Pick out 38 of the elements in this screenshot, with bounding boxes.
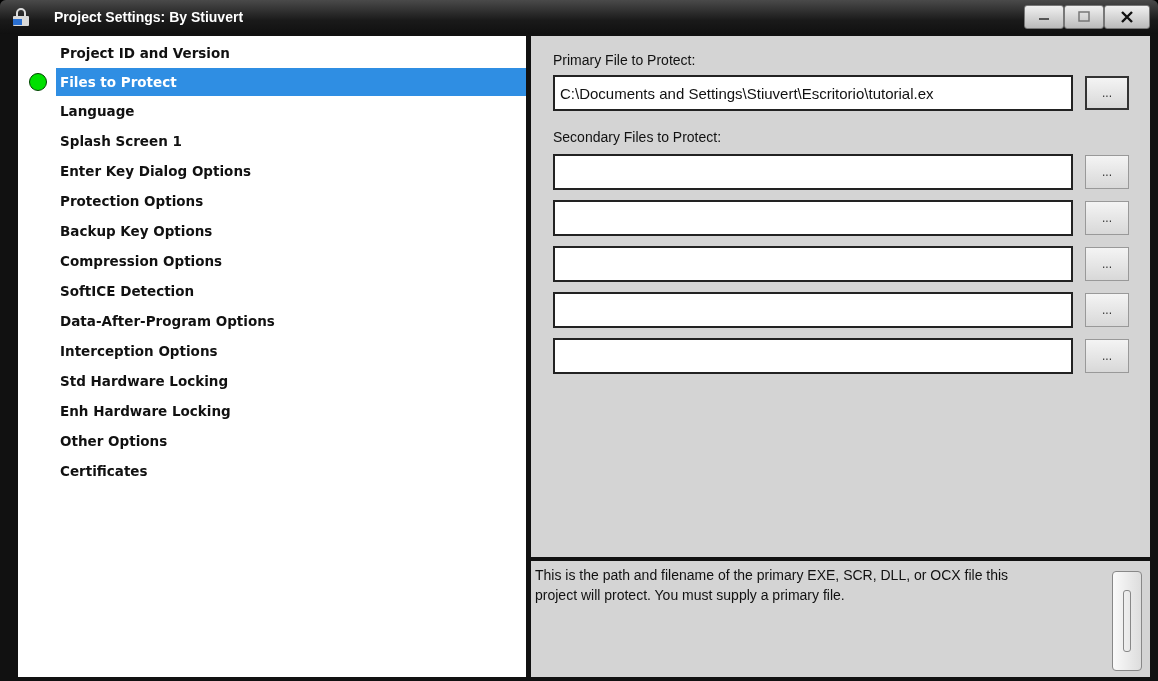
input-field[interactable]: C:\Documents and Settings\Stiuvert\Escritorio\tutorial.ex (553, 75, 1073, 111)
status-dot-icon (29, 73, 47, 91)
browse-button[interactable]: ... (1085, 339, 1129, 373)
field-label: Secondary Files to Protect: (553, 129, 723, 145)
browse-button[interactable]: ... (1085, 247, 1129, 281)
close-button[interactable] (1104, 5, 1150, 29)
description-text: This is the path and filename of the primary EXE, SCR, DLL, or OCX file this project will protect. You must supply a primary file. (535, 566, 1010, 605)
input-field[interactable] (553, 246, 1073, 282)
input-field[interactable] (553, 154, 1073, 190)
settings-list-item[interactable]: Interception Options (20, 336, 526, 366)
settings-list-item[interactable]: SoftICE Detection (20, 276, 526, 306)
settings-list-item[interactable]: Language (20, 96, 526, 126)
maximize-icon (1077, 11, 1091, 23)
browse-button[interactable]: ... (1085, 201, 1129, 235)
window-title: Project Settings: By Stiuvert (54, 9, 244, 25)
field-label: Primary File to Protect: (553, 52, 697, 68)
minimize-button[interactable] (1024, 5, 1064, 29)
input-field[interactable] (553, 338, 1073, 374)
close-icon (1120, 11, 1134, 23)
settings-list-item[interactable]: Std Hardware Locking (20, 366, 526, 396)
settings-list-item[interactable]: Data-After-Program Options (20, 306, 526, 336)
settings-list-item[interactable]: Project ID and Version (20, 38, 526, 68)
browse-button[interactable]: ... (1085, 76, 1129, 110)
settings-list-item[interactable]: Splash Screen 1 (20, 126, 526, 156)
settings-list-item[interactable]: Enh Hardware Locking (20, 396, 526, 426)
browse-button[interactable]: ... (1085, 155, 1129, 189)
settings-list-item[interactable]: Other Options (20, 426, 526, 456)
settings-list-item[interactable]: Certificates (20, 456, 526, 486)
settings-list-item[interactable]: Protection Options (20, 186, 526, 216)
input-field[interactable] (553, 292, 1073, 328)
settings-list-item[interactable]: Backup Key Options (20, 216, 526, 246)
input-field[interactable] (553, 200, 1073, 236)
maximize-button[interactable] (1064, 5, 1104, 29)
padlock-icon (12, 7, 30, 27)
browse-button[interactable]: ... (1085, 293, 1129, 327)
settings-list-item[interactable]: Enter Key Dialog Options (20, 156, 526, 186)
settings-list-item[interactable]: Compression Options (20, 246, 526, 276)
scrollbar-thumb[interactable] (1112, 571, 1142, 671)
